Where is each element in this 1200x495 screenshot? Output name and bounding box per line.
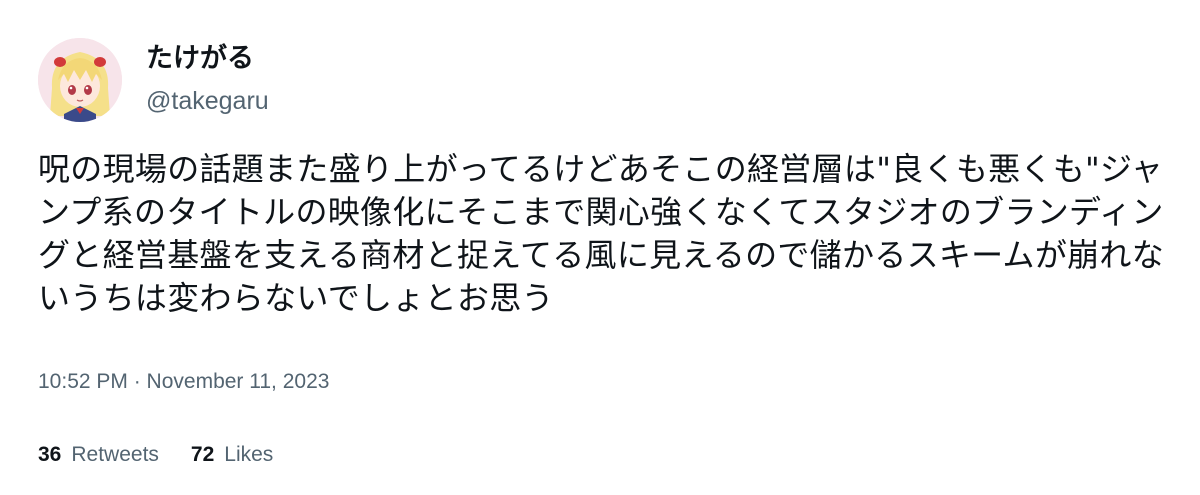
tweet-stats: 36 Retweets 72 Likes <box>38 441 305 469</box>
likes-count: 72 <box>190 443 215 466</box>
display-name[interactable]: たけがる <box>146 41 269 77</box>
author-names: たけがる @takegaru <box>146 41 269 119</box>
tweet-card: たけがる @takegaru 呪の現場の話題また盛り上がってるけどあそこの経営層… <box>0 0 1200 495</box>
retweets-label: Retweets <box>71 443 159 466</box>
retweets-stat[interactable]: 36 Retweets <box>38 441 159 469</box>
tweet-timestamp[interactable]: 10:52 PM · November 11, 2023 <box>38 368 329 396</box>
tweet-header: たけがる @takegaru <box>38 38 269 122</box>
tweet-text: 呪の現場の話題また盛り上がってるけどあそこの経営層は"良くも悪くも"ジャンプ系の… <box>38 150 1165 317</box>
retweets-count: 36 <box>38 443 62 466</box>
likes-label: Likes <box>224 443 274 466</box>
likes-stat[interactable]: 72 Likes <box>191 441 273 469</box>
avatar[interactable] <box>38 38 122 122</box>
anime-girl-avatar-icon <box>38 38 122 122</box>
user-handle[interactable]: @takegaru <box>146 83 269 119</box>
